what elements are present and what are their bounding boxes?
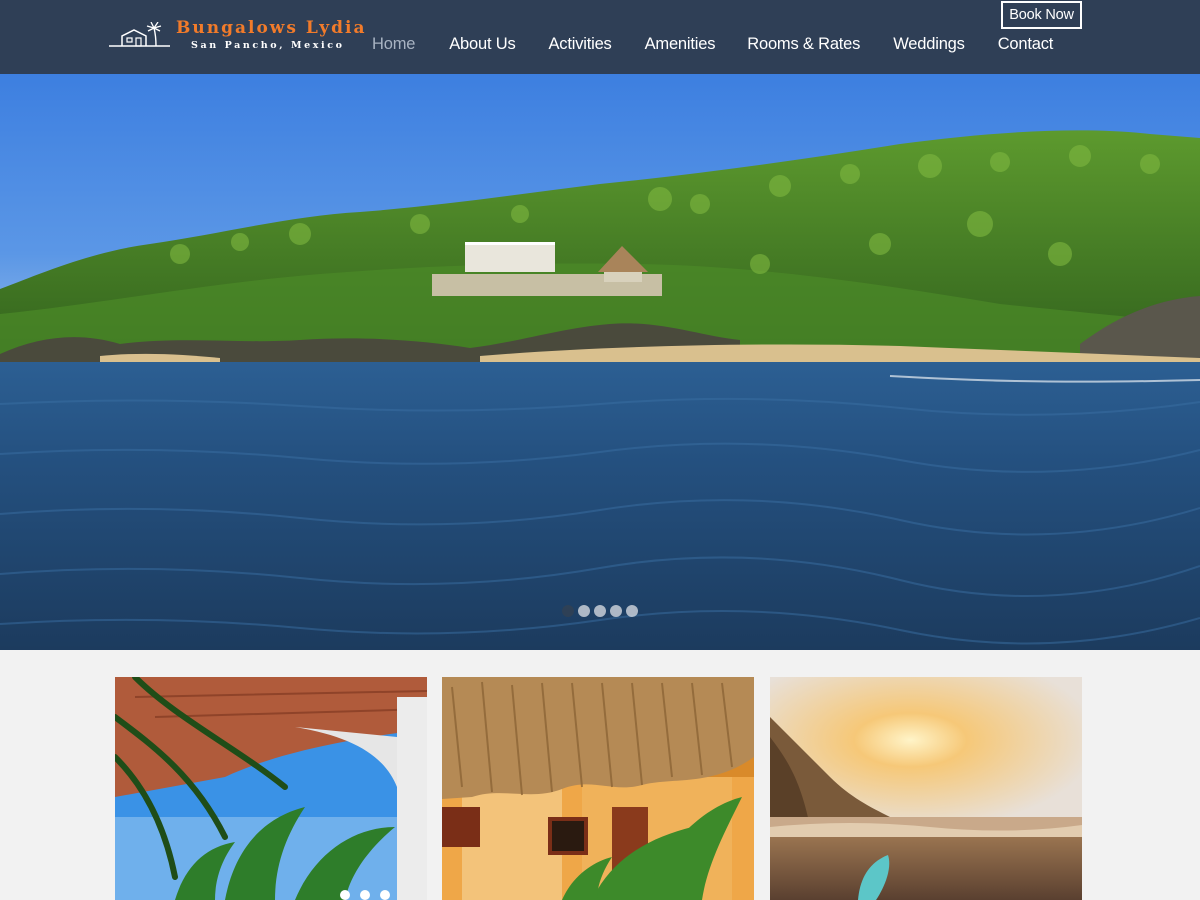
slideshow-dots (562, 605, 638, 617)
sunset-beach-image (770, 677, 1082, 900)
hero-slideshow[interactable] (0, 74, 1200, 650)
nav-about-us[interactable]: About Us (449, 35, 515, 54)
bungalow-palm-icon (109, 22, 170, 47)
site-logo[interactable]: Bungalows Lydia San Pancho, Mexico (108, 18, 365, 58)
brand-location: San Pancho, Mexico (191, 40, 345, 51)
card-terrace[interactable] (115, 677, 427, 900)
nav-activities[interactable]: Activities (549, 35, 612, 54)
card-sunset-beach[interactable] (770, 677, 1082, 900)
slide-dot-4[interactable] (610, 605, 622, 617)
hero-image (0, 74, 1200, 650)
nav-contact[interactable]: Contact (998, 35, 1054, 54)
terrace-palm-image (115, 677, 427, 900)
nav-amenities[interactable]: Amenities (645, 35, 716, 54)
nav-rooms-rates[interactable]: Rooms & Rates (747, 35, 860, 54)
slide-dot-5[interactable] (626, 605, 638, 617)
brand-name: Bungalows Lydia (176, 18, 367, 38)
card-bungalow[interactable] (442, 677, 754, 900)
slide-dot-2[interactable] (578, 605, 590, 617)
book-now-button[interactable]: Book Now (1001, 1, 1082, 29)
thatched-bungalow-image (442, 677, 754, 900)
main-nav: Home About Us Activities Amenities Rooms… (360, 32, 1053, 56)
nav-home[interactable]: Home (372, 35, 415, 54)
slide-dot-1[interactable] (562, 605, 574, 617)
site-header: Bungalows Lydia San Pancho, Mexico Home … (0, 0, 1200, 74)
slide-dot-3[interactable] (594, 605, 606, 617)
nav-weddings[interactable]: Weddings (893, 35, 965, 54)
